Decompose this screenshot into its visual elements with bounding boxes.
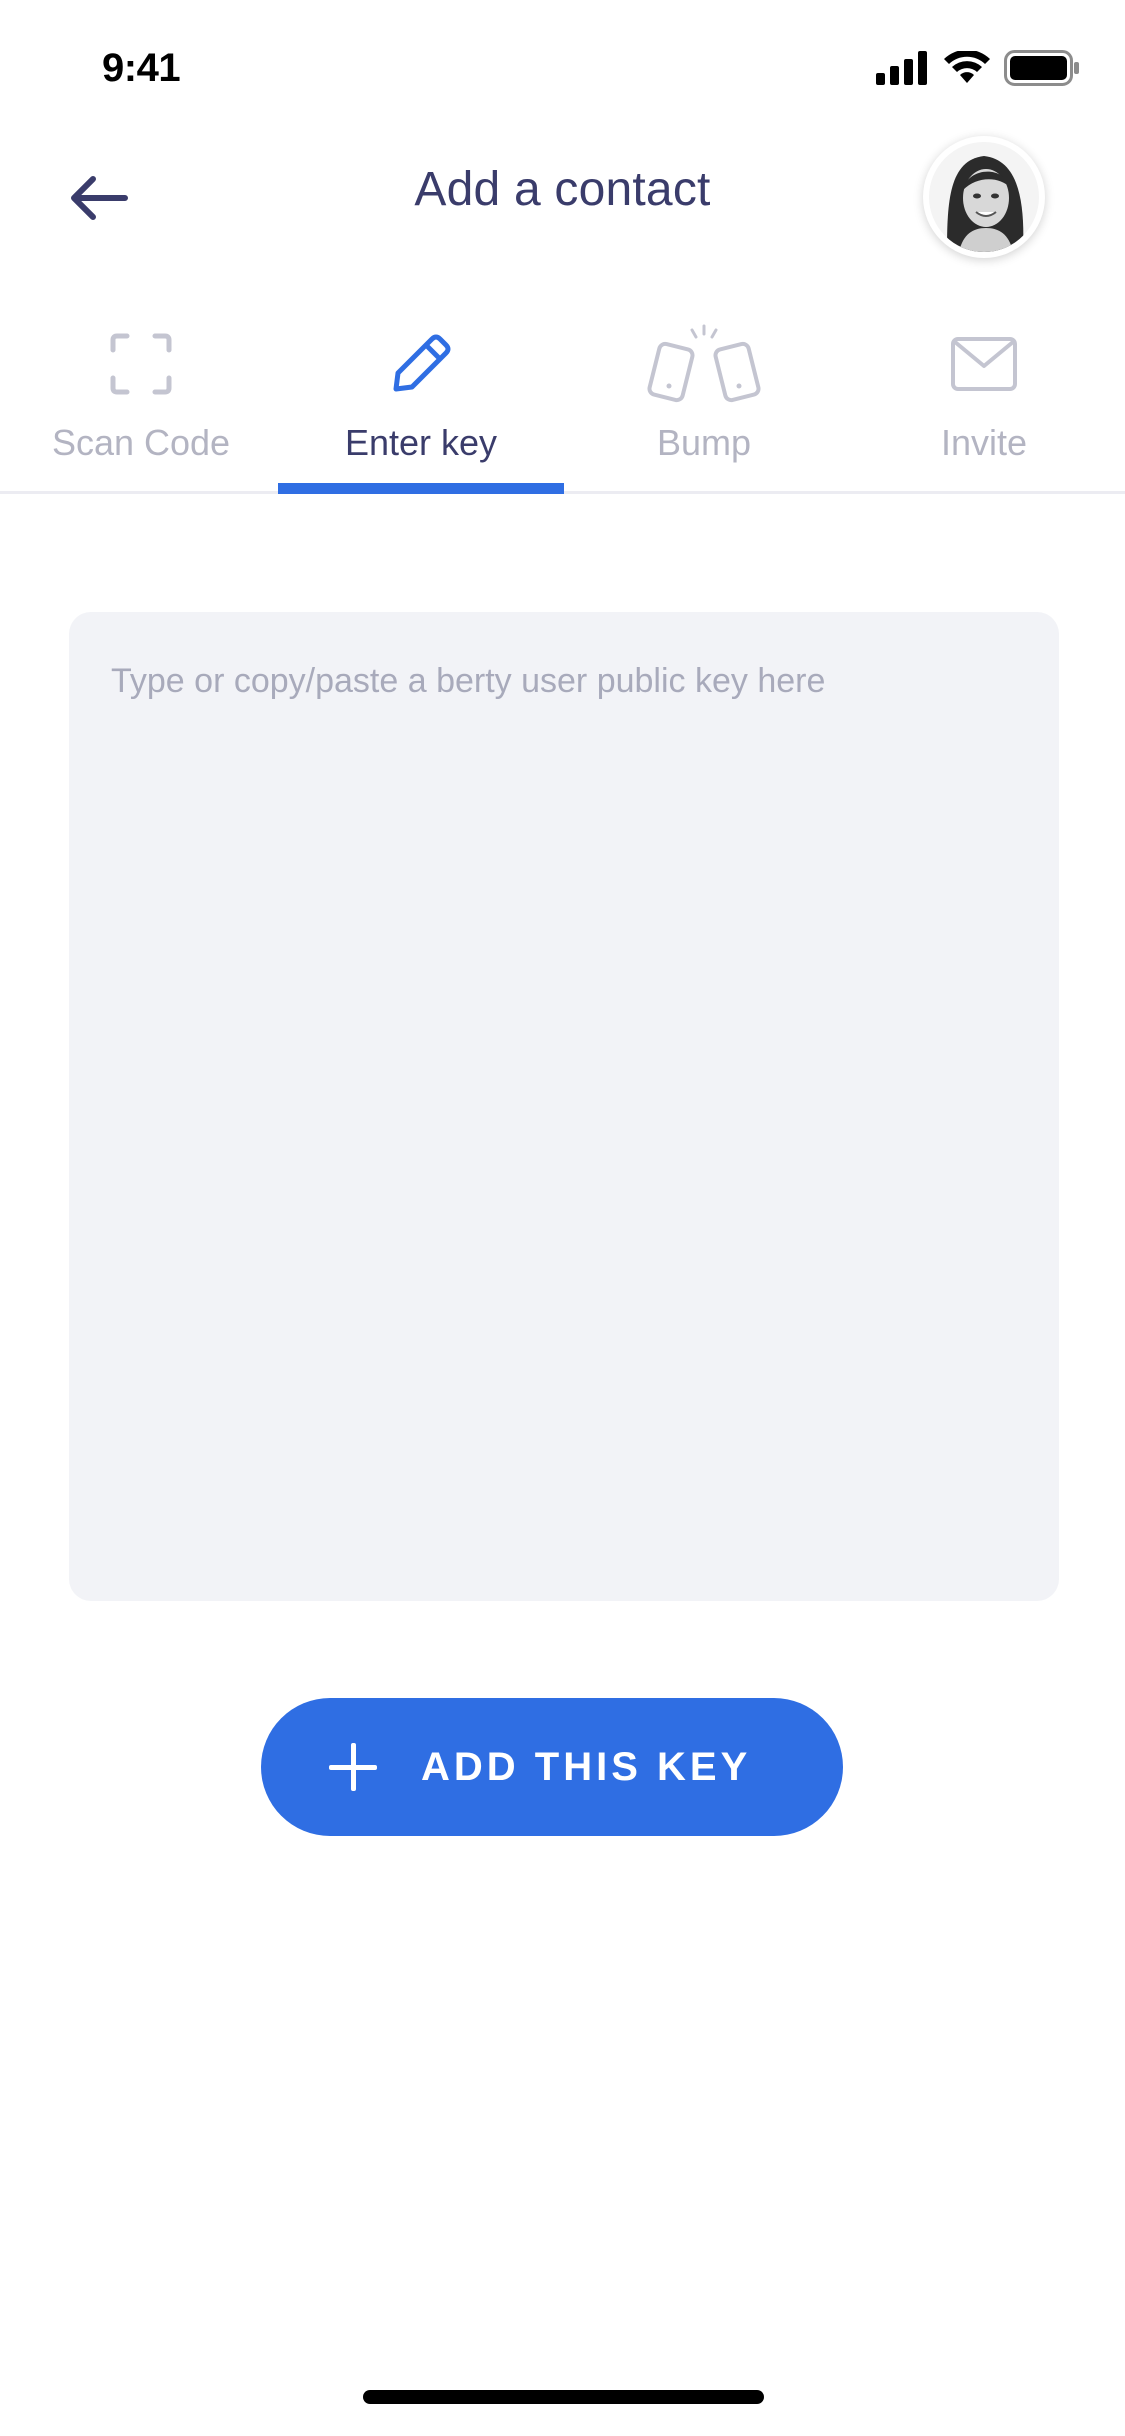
bump-phones-icon [640,324,768,404]
tab-bar: Scan Code Enter key Bump Invite [0,310,1125,494]
tab-invite[interactable]: Invite [843,310,1125,494]
cellular-signal-icon [876,51,927,85]
add-this-key-button[interactable]: ADD THIS KEY [261,1698,843,1836]
add-button-label: ADD THIS KEY [421,1744,752,1789]
tab-bump[interactable]: Bump [563,310,845,494]
pencil-icon [388,324,454,404]
tab-label: Bump [656,422,752,463]
header: Add a contact [0,132,1125,262]
status-icons [876,50,1080,86]
user-avatar-icon [929,142,1039,252]
envelope-icon [950,324,1018,404]
home-indicator[interactable] [363,2390,764,2404]
tab-label: Scan Code [51,422,231,463]
tab-label: Invite [940,422,1028,463]
plus-icon [329,1743,377,1791]
active-tab-indicator [278,483,564,494]
tab-label: Enter key [344,422,498,463]
wifi-icon [944,51,990,83]
avatar[interactable] [923,136,1045,258]
status-time: 9:41 [102,46,181,90]
public-key-input[interactable] [69,612,1059,1601]
status-bar: 9:41 [0,0,1125,132]
add-contact-screen: 9:41 Add a contact Scan Code Enter key B… [0,0,1125,2436]
battery-icon [1004,50,1079,86]
tab-enter-key[interactable]: Enter key [280,310,562,494]
scan-frame-icon [109,324,173,404]
tab-scan-code[interactable]: Scan Code [0,310,282,494]
